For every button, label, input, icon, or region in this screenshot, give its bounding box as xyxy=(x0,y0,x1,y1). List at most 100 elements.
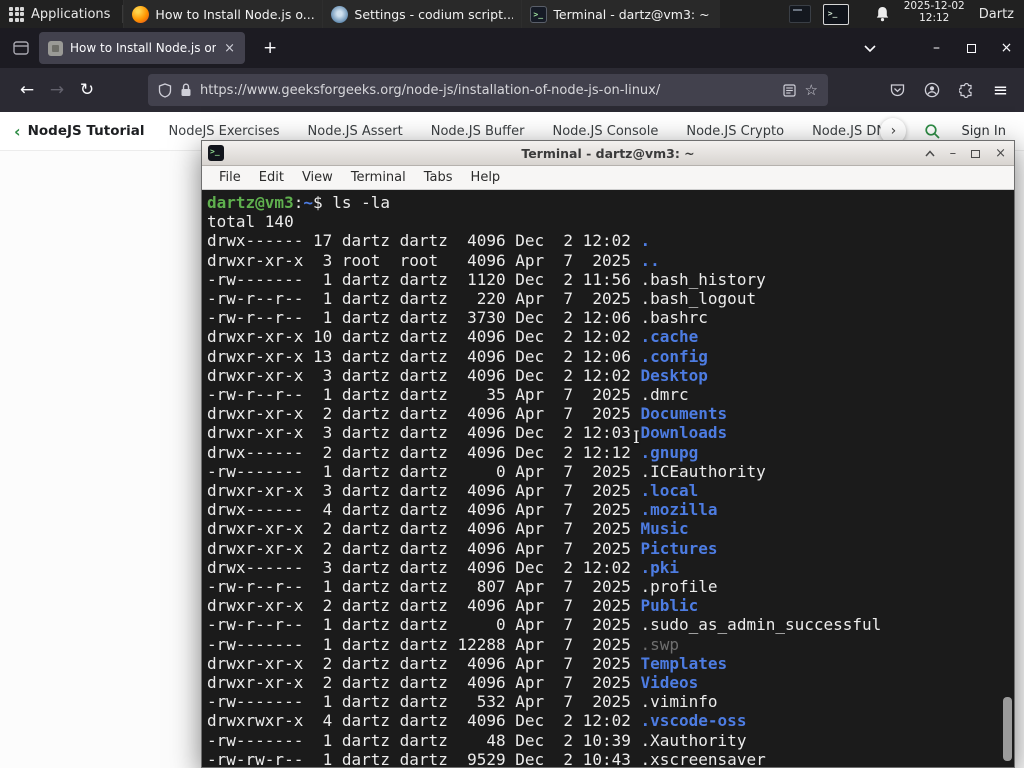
reload-button[interactable]: ↻ xyxy=(72,75,102,105)
terminal-menu-help[interactable]: Help xyxy=(462,168,510,187)
terminal-line: drwxr-xr-x 3 dartz dartz 4096 Apr 7 2025… xyxy=(207,481,699,501)
desktop-screen: Applications How to Install Node.js o...… xyxy=(0,0,1024,768)
site-nav-featured-link[interactable]: NodeJS Tutorial xyxy=(28,123,145,139)
url-text[interactable]: https://www.geeksforgeeks.org/node-js/in… xyxy=(200,83,775,98)
user-menu[interactable]: Dartz xyxy=(979,0,1014,28)
minimize-button[interactable]: – xyxy=(919,28,954,68)
taskbar-item-title: Settings - codium script... xyxy=(354,6,514,22)
terminal-menu-file[interactable]: File xyxy=(210,168,250,187)
forward-button[interactable]: → xyxy=(42,75,72,105)
terminal-app-icon xyxy=(208,145,224,161)
notifications-bell-icon[interactable] xyxy=(875,0,890,28)
site-nav-link[interactable]: Node.JS Crypto xyxy=(686,124,784,139)
terminal-line: drwx------ 17 dartz dartz 4096 Dec 2 12:… xyxy=(207,231,651,251)
site-search-icon[interactable] xyxy=(924,123,941,140)
terminal-line: drwx------ 3 dartz dartz 4096 Dec 2 12:0… xyxy=(207,557,680,577)
window-controls: – × xyxy=(919,28,1024,68)
list-all-tabs-icon[interactable] xyxy=(863,44,877,53)
bookmark-star-icon[interactable]: ☆ xyxy=(804,81,817,99)
terminal-line: drwxr-xr-x 3 dartz dartz 4096 Dec 2 12:0… xyxy=(207,423,728,443)
account-icon[interactable] xyxy=(924,82,940,98)
terminal-line: drwxr-xr-x 2 dartz dartz 4096 Apr 7 2025… xyxy=(207,519,689,539)
terminal-line: -rw------- 1 dartz dartz 48 Dec 2 10:39 … xyxy=(207,730,747,750)
firefox-view-icon[interactable] xyxy=(12,39,30,57)
terminal-menu-edit[interactable]: Edit xyxy=(250,168,293,187)
terminal-line: drwxr-xr-x 13 dartz dartz 4096 Dec 2 12:… xyxy=(207,346,708,366)
terminal-line: -rw------- 1 dartz dartz 12288 Apr 7 202… xyxy=(207,634,680,654)
terminal-window: Terminal - dartz@vm3: ~ – × FileEditView… xyxy=(201,140,1015,768)
pocket-icon[interactable] xyxy=(890,83,905,97)
extensions-icon[interactable] xyxy=(958,82,974,98)
terminal-line: -rw-r--r-- 1 dartz dartz 807 Apr 7 2025 … xyxy=(207,577,718,597)
close-button[interactable]: × xyxy=(989,28,1024,68)
site-nav-prev-icon[interactable]: ‹ xyxy=(14,122,21,141)
mouse-ibeam-cursor: I xyxy=(633,428,640,448)
terminal-output: dartz@vm3:~$ ls -la total 140 drwx------ 1… xyxy=(202,190,1014,767)
terminal-maximize-icon xyxy=(971,149,981,158)
taskbar-item-title: How to Install Node.js o... xyxy=(155,6,315,22)
terminal-shade-icon[interactable] xyxy=(925,150,935,157)
taskbar: How to Install Node.js o... Settings - co… xyxy=(123,0,721,28)
terminal-line: drwxrwxr-x 4 dartz dartz 4096 Dec 2 12:0… xyxy=(207,711,747,731)
applications-icon xyxy=(9,6,24,22)
terminal-minimize-button[interactable]: – xyxy=(950,146,957,161)
lock-icon[interactable] xyxy=(180,83,192,97)
site-nav-link[interactable]: Node.JS Buffer xyxy=(431,124,525,139)
menu-hamburger-icon[interactable]: ≡ xyxy=(993,80,1008,101)
applications-menu-button[interactable]: Applications xyxy=(0,0,122,28)
terminal-line: total 140 xyxy=(207,212,294,232)
terminal-line: drwxr-xr-x 10 dartz dartz 4096 Dec 2 12:… xyxy=(207,327,699,347)
terminal-line: drwx------ 4 dartz dartz 4096 Apr 7 2025… xyxy=(207,500,718,520)
taskbar-item-settings[interactable]: Settings - codium script... xyxy=(322,0,522,28)
reader-mode-icon[interactable] xyxy=(783,83,797,97)
browser-tab[interactable]: How to Install Node.js on × xyxy=(39,32,245,64)
terminal-scrollbar[interactable] xyxy=(1003,192,1012,765)
tray-window-icon[interactable] xyxy=(788,5,811,23)
terminal-scrollbar-thumb[interactable] xyxy=(1003,697,1012,761)
site-nav-link[interactable]: Node.JS Console xyxy=(552,124,658,139)
system-tray xyxy=(788,0,849,28)
terminal-title: Terminal - dartz@vm3: ~ xyxy=(521,145,695,161)
new-tab-button[interactable]: + xyxy=(257,38,283,58)
terminal-line: drwxr-xr-x 2 dartz dartz 4096 Apr 7 2025… xyxy=(207,538,718,558)
terminal-window-controls: – × xyxy=(925,141,1006,166)
site-nav-link[interactable]: NodeJS Exercises xyxy=(169,124,280,139)
settings-icon xyxy=(331,5,349,23)
terminal-output-area[interactable]: dartz@vm3:~$ ls -la total 140 drwx------ 1… xyxy=(202,190,1014,767)
taskbar-item-terminal[interactable]: Terminal - dartz@vm3: ~ xyxy=(521,0,721,28)
back-button[interactable]: ← xyxy=(12,75,42,105)
xfce-top-panel: Applications How to Install Node.js o...… xyxy=(0,0,1024,28)
terminal-title-bar[interactable]: Terminal - dartz@vm3: ~ – × xyxy=(202,141,1014,166)
terminal-line: drwxr-xr-x 2 dartz dartz 4096 Apr 7 2025… xyxy=(207,653,728,673)
taskbar-item-title: Terminal - dartz@vm3: ~ xyxy=(553,6,710,22)
tab-title: How to Install Node.js on xyxy=(70,41,217,55)
terminal-menu-view[interactable]: View xyxy=(293,168,342,187)
clock[interactable]: 2025-12-02 12:12 xyxy=(904,0,965,28)
tray-terminal-icon[interactable] xyxy=(822,3,849,25)
terminal-line: -rw------- 1 dartz dartz 1120 Dec 2 11:5… xyxy=(207,269,766,289)
terminal-menu-bar: File Edit View Terminal Tabs Help xyxy=(202,166,1014,190)
clock-time: 12:12 xyxy=(919,12,950,24)
maximize-button[interactable] xyxy=(954,28,989,68)
panel-spacer xyxy=(720,0,788,28)
terminal-close-button[interactable]: × xyxy=(995,146,1006,161)
terminal-line: -rw-r--r-- 1 dartz dartz 220 Apr 7 2025 … xyxy=(207,289,757,309)
maximize-icon xyxy=(967,43,976,53)
toolbar-right-icons: ≡ xyxy=(890,80,1008,101)
firefox-icon xyxy=(132,5,150,23)
taskbar-item-firefox[interactable]: How to Install Node.js o... xyxy=(123,0,323,28)
site-nav-links: NodeJS Exercises Node.JS Assert Node.JS Bu… xyxy=(169,124,895,139)
terminal-line: -rw-r--r-- 1 dartz dartz 0 Apr 7 2025 .s… xyxy=(207,615,882,635)
sign-in-button[interactable]: Sign In xyxy=(961,124,1006,139)
clock-date: 2025-12-02 xyxy=(903,0,965,12)
url-bar[interactable]: https://www.geeksforgeeks.org/node-js/in… xyxy=(148,74,828,106)
terminal-maximize-button[interactable] xyxy=(971,149,981,158)
tracking-shield-icon[interactable] xyxy=(158,82,172,98)
terminal-menu-tabs[interactable]: Tabs xyxy=(415,168,462,187)
terminal-line: -rw-rw-r-- 1 dartz dartz 9529 Dec 2 10:4… xyxy=(207,749,766,767)
terminal-line: dartz@vm3:~$ ls -la xyxy=(207,193,391,212)
tab-close-icon[interactable]: × xyxy=(223,41,236,56)
terminal-menu-terminal[interactable]: Terminal xyxy=(342,168,415,187)
site-nav-link[interactable]: Node.JS Assert xyxy=(308,124,403,139)
tab-favicon xyxy=(48,40,63,56)
